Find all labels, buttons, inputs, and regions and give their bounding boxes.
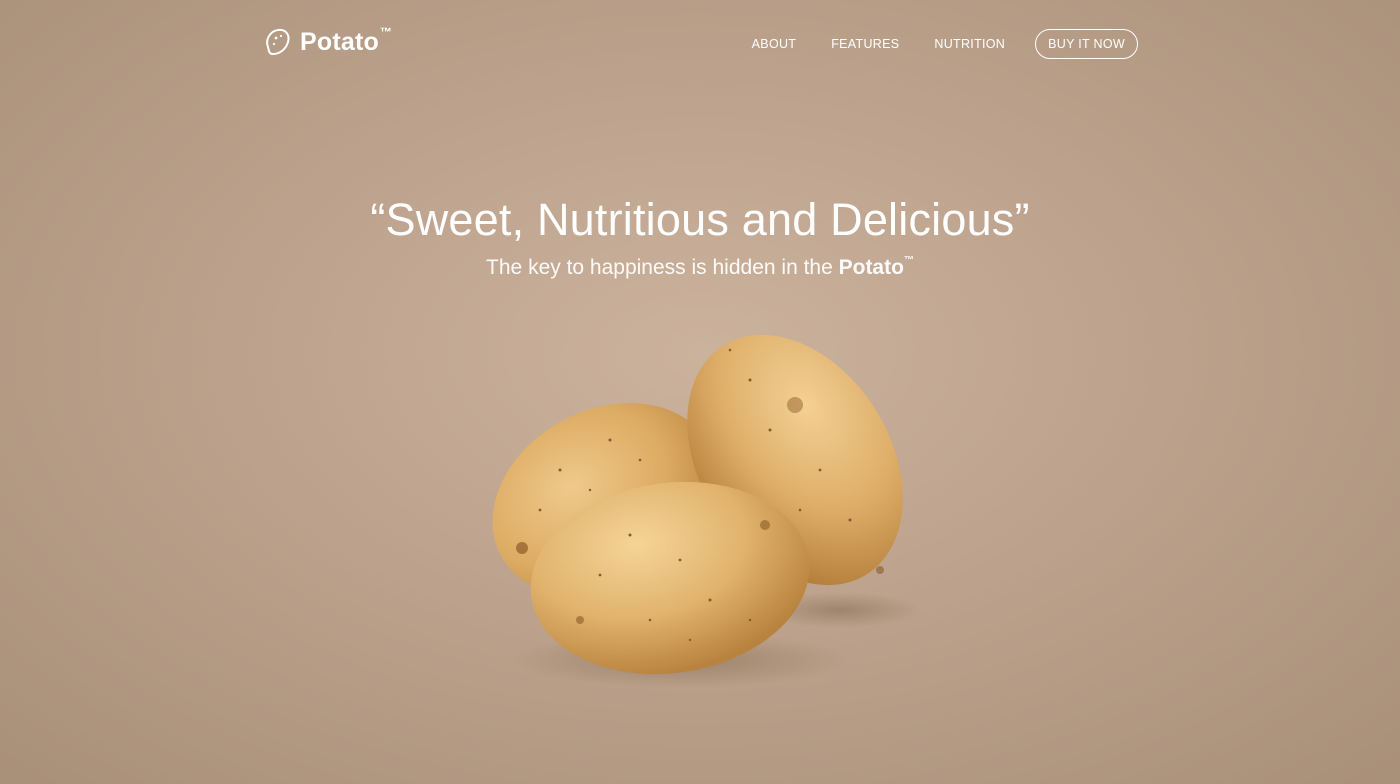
brand-name: Potato [300, 27, 379, 56]
nav-link-features[interactable]: FEATURES [831, 37, 899, 51]
hero-subline-trademark: ™ [903, 255, 914, 266]
nav-link-nutrition[interactable]: NUTRITION [934, 37, 1005, 51]
brand-logo[interactable]: Potato ™ [262, 25, 392, 57]
hero-subline: The key to happiness is hidden in the Po… [0, 255, 1400, 280]
hero-headline: “Sweet, Nutritious and Delicious” [370, 194, 1030, 245]
brand-trademark: ™ [379, 25, 392, 39]
buy-it-now-button[interactable]: BUY IT NOW [1035, 29, 1138, 59]
nav-link-about[interactable]: ABOUT [752, 37, 797, 51]
hero-subline-brand: Potato [838, 256, 904, 279]
landing-page: Potato ™ ABOUT FEATURES NUTRITION BUY IT… [0, 0, 1400, 784]
potatoes-image [450, 320, 950, 700]
hero-subline-text: The key to happiness is hidden in the [486, 256, 839, 279]
main-nav: ABOUT FEATURES NUTRITION BUY IT NOW [717, 29, 1138, 59]
potato-logo-icon [262, 27, 292, 57]
